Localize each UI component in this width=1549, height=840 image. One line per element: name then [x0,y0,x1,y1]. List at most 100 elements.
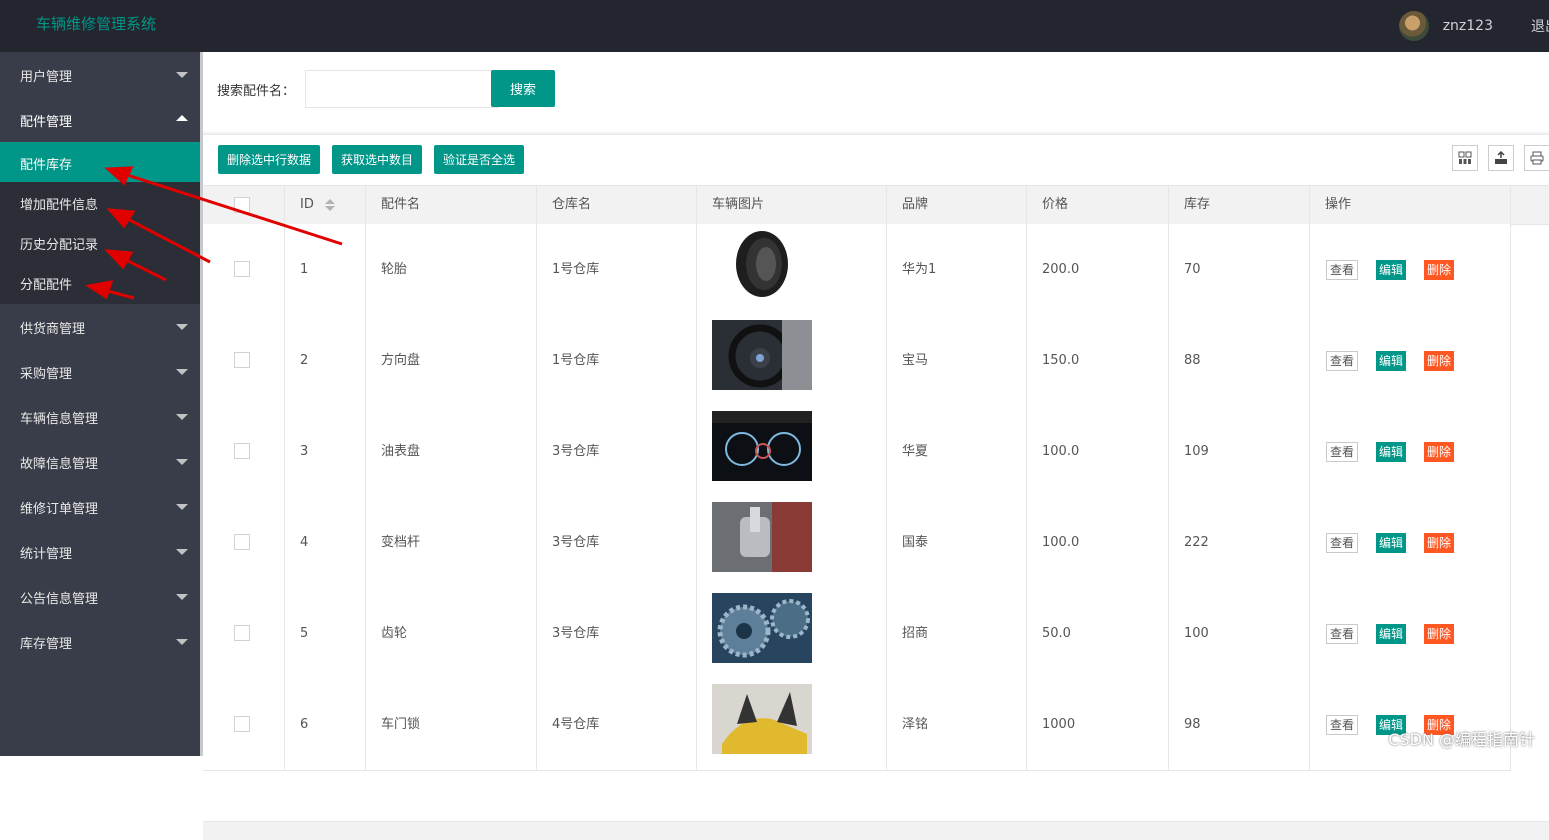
submenu-item-allocate-part[interactable]: 分配配件 [0,262,200,302]
username[interactable]: znz123 [1443,18,1493,34]
row-checkbox[interactable] [234,443,250,459]
sidebar-item-vehicle-info[interactable]: 车辆信息管理 [0,394,200,439]
submenu-item-label: 历史分配记录 [20,238,99,253]
view-button[interactable]: 查看 [1326,715,1359,735]
actions-cell: 查看 编辑 删除 [1310,588,1511,679]
column-header-actions: 操作 [1310,186,1511,224]
cell-price: 50.0 [1027,588,1169,679]
edit-button[interactable]: 编辑 [1376,442,1407,462]
search-input[interactable] [305,70,499,108]
submenu-item-add-part[interactable]: 增加配件信息 [0,182,200,222]
cell-name: 方向盘 [366,315,537,406]
get-selected-count-button[interactable]: 获取选中数目 [332,145,423,174]
sidebar-item-statistics[interactable]: 统计管理 [0,529,200,574]
table-row: 5 齿轮 3号仓库 招商 50.0 100 查看 编辑 删除 [203,588,1511,680]
cell-brand: 华为1 [887,224,1027,315]
sidebar-item-parts-management[interactable]: 配件管理 [0,97,200,142]
view-button[interactable]: 查看 [1326,351,1359,371]
delete-button[interactable]: 删除 [1424,442,1455,462]
sidebar-item-user-management[interactable]: 用户管理 [0,52,200,97]
cell-id: 2 [285,315,366,406]
sidebar-item-repair-orders[interactable]: 维修订单管理 [0,484,200,529]
cell-id: 5 [285,588,366,679]
row-checkbox[interactable] [234,261,250,277]
cell-warehouse: 3号仓库 [537,588,697,679]
cell-brand: 国泰 [887,497,1027,588]
cell-stock: 88 [1169,315,1310,406]
chevron-down-icon [176,549,188,555]
row-select-cell [203,224,285,315]
vehicle-image-cell [697,315,887,406]
vehicle-image-cell [697,406,887,497]
edit-button[interactable]: 编辑 [1376,533,1407,553]
cell-price: 100.0 [1027,406,1169,497]
row-checkbox[interactable] [234,534,250,550]
delete-button[interactable]: 删除 [1424,260,1455,280]
cell-name: 轮胎 [366,224,537,315]
edit-button[interactable]: 编辑 [1376,351,1407,371]
search-bar: 搜索配件名： 搜索 [203,52,1549,132]
search-button[interactable]: 搜索 [491,70,555,107]
export-icon[interactable] [1488,145,1514,171]
select-all-checkbox[interactable] [234,197,250,213]
row-checkbox[interactable] [234,716,250,732]
sort-icon[interactable] [325,199,335,211]
delete-button[interactable]: 删除 [1424,533,1455,553]
column-header-part-name: 配件名 [366,186,537,224]
submenu-item-parts-inventory[interactable]: 配件库存 [0,142,200,182]
cell-id: 3 [285,406,366,497]
sidebar-item-label: 用户管理 [20,70,73,85]
delete-button[interactable]: 删除 [1424,351,1455,371]
sidebar-item-fault-info[interactable]: 故障信息管理 [0,439,200,484]
chevron-down-icon [176,324,188,330]
cell-warehouse: 4号仓库 [537,679,697,770]
sidebar-item-label: 故障信息管理 [20,457,99,472]
view-button[interactable]: 查看 [1326,624,1359,644]
column-header-id[interactable]: ID [285,186,366,224]
cell-price: 150.0 [1027,315,1169,406]
chevron-down-icon [176,639,188,645]
sidebar-item-purchase[interactable]: 采购管理 [0,349,200,394]
view-button[interactable]: 查看 [1326,442,1359,462]
print-icon[interactable] [1524,145,1549,171]
row-checkbox[interactable] [234,352,250,368]
view-button[interactable]: 查看 [1326,533,1359,553]
sidebar-item-inventory[interactable]: 库存管理 [0,619,200,664]
view-button[interactable]: 查看 [1326,260,1359,280]
top-header: 车辆维修管理系统 znz123 退出 [0,0,1549,52]
actions-cell: 查看 编辑 删除 [1310,315,1511,406]
columns-icon[interactable] [1452,145,1478,171]
table-row: 4 变档杆 3号仓库 国泰 100.0 222 查看 编辑 删除 [203,497,1511,589]
avatar[interactable] [1398,11,1429,41]
actions-cell: 查看 编辑 删除 [1310,224,1511,315]
cell-brand: 宝马 [887,315,1027,406]
delete-button[interactable]: 删除 [1424,624,1455,644]
app-title[interactable]: 车辆维修管理系统 [36,13,156,34]
cell-warehouse: 1号仓库 [537,315,697,406]
watermark: CSDN @编程指南针 [1388,730,1535,749]
cell-warehouse: 3号仓库 [537,406,697,497]
row-select-cell [203,588,285,679]
sidebar-item-label: 统计管理 [20,547,73,562]
actions-cell: 查看 编辑 删除 [1310,679,1511,770]
row-select-cell [203,497,285,588]
delete-selected-button[interactable]: 删除选中行数据 [218,145,321,174]
check-all-selected-button[interactable]: 验证是否全选 [434,145,525,174]
edit-button[interactable]: 编辑 [1376,624,1407,644]
column-header-warehouse: 仓库名 [537,186,697,224]
column-header-price: 价格 [1027,186,1169,224]
cell-id: 6 [285,679,366,770]
row-select-cell [203,679,285,770]
logout-link[interactable]: 退出 [1531,16,1549,36]
vehicle-image-cell [697,679,887,770]
sidebar-item-label: 配件管理 [20,115,73,130]
row-checkbox[interactable] [234,625,250,641]
chevron-down-icon [176,459,188,465]
sidebar-item-supplier[interactable]: 供货商管理 [0,304,200,349]
chevron-down-icon [176,414,188,420]
sidebar-item-announcements[interactable]: 公告信息管理 [0,574,200,619]
edit-button[interactable]: 编辑 [1376,260,1407,280]
table-row: 1 轮胎 1号仓库 华为1 200.0 70 查看 编辑 删除 [203,224,1511,316]
search-label: 搜索配件名： [217,84,296,99]
submenu-item-allocation-history[interactable]: 历史分配记录 [0,222,200,262]
